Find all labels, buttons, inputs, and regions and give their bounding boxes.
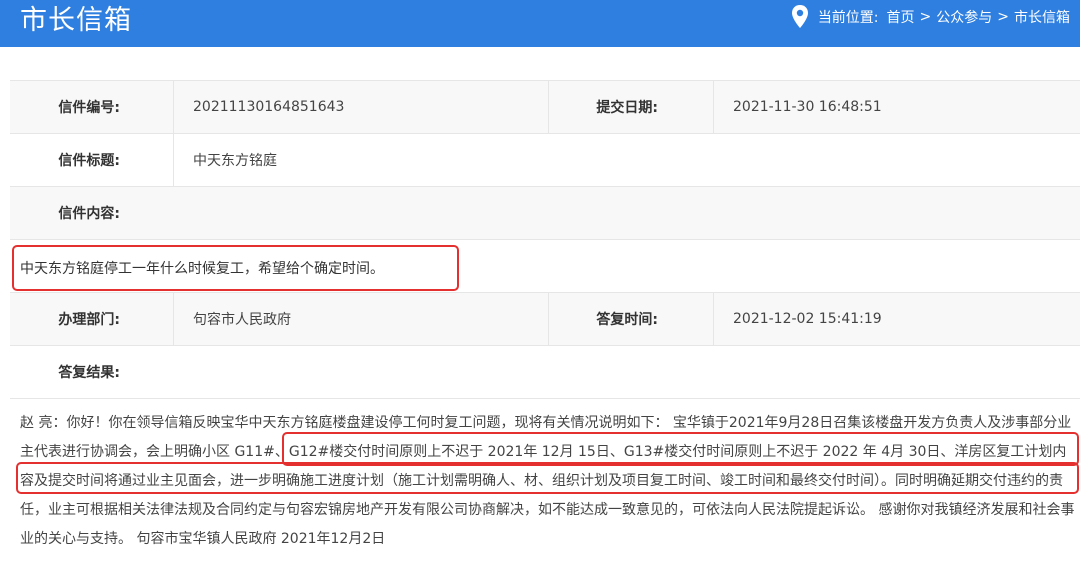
handling-dept-value: 句容市人民政府	[193, 312, 291, 328]
reply-time-value: 2021-12-02 15:41:19	[733, 311, 882, 327]
reply-result-label: 答复结果:	[58, 365, 120, 381]
highlight-box	[16, 462, 1079, 494]
breadcrumb-public-participation[interactable]: 公众参与	[936, 7, 992, 27]
divider	[173, 81, 174, 133]
row-letter-id: 信件编号: 20211130164851643 提交日期: 2021-11-30…	[10, 80, 1080, 133]
row-reply-result-label: 答复结果:	[10, 345, 1080, 398]
breadcrumb-home[interactable]: 首页	[887, 7, 915, 27]
map-pin-icon	[791, 5, 808, 28]
letter-content-label: 信件内容:	[58, 206, 120, 222]
divider	[173, 134, 174, 186]
row-letter-content-label: 信件内容:	[10, 186, 1080, 239]
breadcrumb-separator: >	[919, 9, 932, 25]
divider	[713, 293, 714, 345]
divider	[713, 81, 714, 133]
site-title: 市长信箱	[20, 5, 132, 36]
breadcrumb-separator: >	[997, 9, 1009, 25]
letter-detail-table: 信件编号: 20211130164851643 提交日期: 2021-11-30…	[10, 80, 1080, 572]
row-handling-dept: 办理部门: 句容市人民政府 答复时间: 2021-12-02 15:41:19	[10, 292, 1080, 345]
submit-date-label: 提交日期:	[596, 100, 658, 116]
letter-title-value: 中天东方铭庭	[193, 153, 277, 169]
highlight-box	[282, 432, 1079, 466]
location-label: 当前位置:	[817, 10, 879, 26]
submit-date-value: 2021-11-30 16:48:51	[733, 99, 882, 115]
breadcrumb-mayor-mailbox[interactable]: 市长信箱	[1014, 7, 1070, 27]
letter-id-label: 信件编号:	[58, 100, 120, 116]
row-letter-title: 信件标题: 中天东方铭庭	[10, 133, 1080, 186]
reply-time-label: 答复时间:	[596, 312, 658, 328]
breadcrumb: 当前位置: 首页 > 公众参与 > 市长信箱	[790, 4, 1070, 30]
highlight-box	[12, 245, 459, 291]
row-letter-content: 中天东方铭庭停工一年什么时候复工，希望给个确定时间。	[10, 239, 1080, 292]
header-bar: 市长信箱 当前位置: 首页 > 公众参与 > 市长信箱	[0, 0, 1080, 47]
letter-id-value: 20211130164851643	[193, 99, 345, 115]
letter-title-label: 信件标题:	[58, 153, 120, 169]
handling-dept-label: 办理部门:	[58, 312, 120, 328]
reply-result-block: 赵 亮：你好！你在领导信箱反映宝华中天东方铭庭楼盘建设停工何时复工问题，现将有关…	[10, 398, 1080, 572]
divider	[173, 293, 174, 345]
